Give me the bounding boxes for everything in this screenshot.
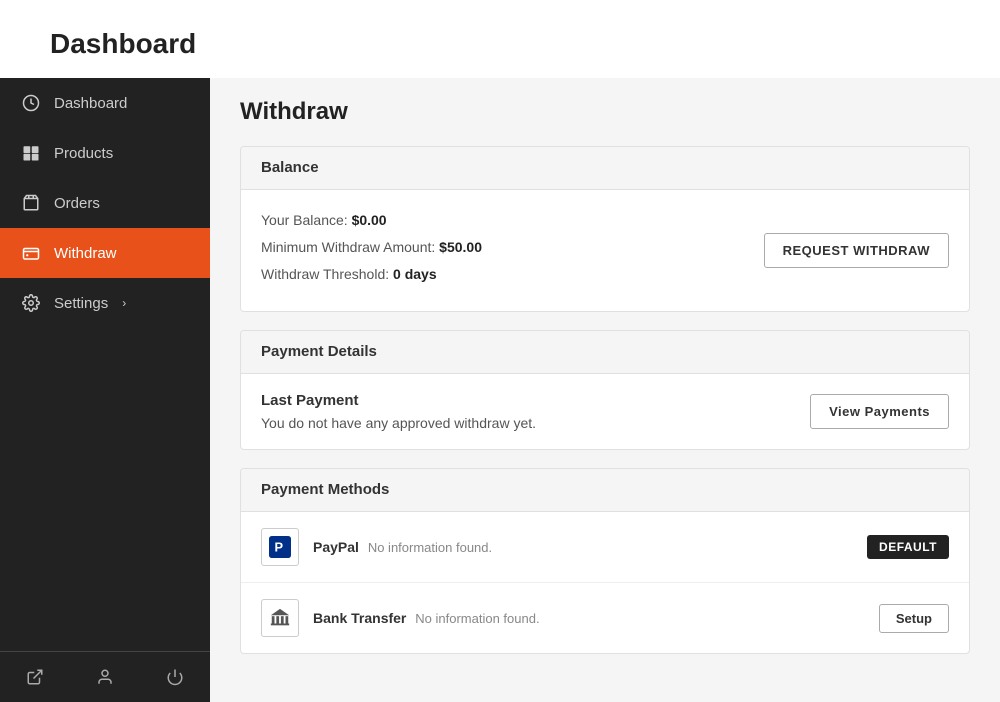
balance-card-body: Your Balance: $0.00 Minimum Withdraw Amo… — [241, 190, 969, 311]
paypal-no-info: No information found. — [368, 540, 492, 555]
sidebar-bottom-bar — [0, 651, 210, 702]
last-payment-text: You do not have any approved withdraw ye… — [261, 415, 536, 431]
balance-card-header: Balance — [241, 147, 969, 190]
paypal-default-badge: DEFAULT — [867, 535, 949, 559]
paypal-icon-wrapper: P — [261, 528, 299, 566]
sidebar-item-settings[interactable]: Settings › — [0, 278, 210, 328]
threshold-value: 0 days — [393, 266, 437, 282]
sidebar-external-link-button[interactable] — [0, 652, 70, 702]
payment-methods-card-header: Payment Methods — [241, 469, 969, 512]
main-content: Withdraw Balance Your Balance: $0.00 Min… — [210, 78, 1000, 702]
external-link-icon — [26, 668, 44, 686]
power-icon — [166, 668, 184, 686]
sidebar-item-dashboard-label: Dashboard — [54, 95, 127, 112]
sidebar-item-settings-label: Settings — [54, 295, 108, 312]
dashboard-icon — [20, 92, 42, 114]
payment-methods-card: Payment Methods P PayPal No information … — [240, 468, 970, 654]
products-icon — [20, 142, 42, 164]
payment-details-card-body: Last Payment You do not have any approve… — [241, 374, 969, 449]
balance-line: Your Balance: $0.00 — [261, 210, 482, 231]
withdraw-icon — [20, 242, 42, 264]
sidebar-item-withdraw[interactable]: Withdraw — [0, 228, 210, 278]
withdraw-page-title: Withdraw — [240, 98, 970, 126]
balance-card-title: Balance — [261, 159, 319, 176]
threshold-line: Withdraw Threshold: 0 days — [261, 264, 482, 285]
sidebar-logout-button[interactable] — [140, 652, 210, 702]
paypal-label: PayPal No information found. — [313, 539, 867, 555]
payment-details-card: Payment Details Last Payment You do not … — [240, 330, 970, 450]
bank-icon — [269, 607, 291, 629]
orders-icon — [20, 192, 42, 214]
sidebar-item-products[interactable]: Products — [0, 128, 210, 178]
request-withdraw-button[interactable]: REQUEST WITHDRAW — [764, 233, 949, 268]
page-title: Dashboard — [0, 0, 1000, 78]
bank-transfer-setup-button[interactable]: Setup — [879, 604, 949, 633]
sidebar-item-orders[interactable]: Orders — [0, 178, 210, 228]
paypal-row: P PayPal No information found. DEFAULT — [241, 512, 969, 583]
svg-text:P: P — [275, 540, 284, 555]
bank-icon-wrapper — [261, 599, 299, 637]
settings-icon — [20, 292, 42, 314]
sidebar-item-withdraw-label: Withdraw — [54, 245, 117, 262]
bank-transfer-row: Bank Transfer No information found. Setu… — [241, 583, 969, 653]
sidebar: Dashboard Products — [0, 78, 210, 702]
sidebar-item-products-label: Products — [54, 145, 113, 162]
last-payment-info: Last Payment You do not have any approve… — [261, 392, 536, 431]
balance-value: $0.00 — [352, 212, 387, 228]
settings-arrow-icon: › — [122, 296, 126, 310]
balance-card: Balance Your Balance: $0.00 Minimum With… — [240, 146, 970, 312]
sidebar-item-dashboard[interactable]: Dashboard — [0, 78, 210, 128]
min-withdraw-line: Minimum Withdraw Amount: $50.00 — [261, 237, 482, 258]
balance-info: Your Balance: $0.00 Minimum Withdraw Amo… — [261, 210, 482, 291]
payment-details-card-title: Payment Details — [261, 343, 377, 360]
sidebar-item-orders-label: Orders — [54, 195, 100, 212]
payment-details-card-header: Payment Details — [241, 331, 969, 374]
bank-transfer-no-info: No information found. — [415, 611, 539, 626]
user-icon — [96, 668, 114, 686]
view-payments-button[interactable]: View Payments — [810, 394, 949, 429]
payment-methods-card-title: Payment Methods — [261, 481, 389, 498]
bank-transfer-label: Bank Transfer No information found. — [313, 610, 879, 626]
last-payment-title: Last Payment — [261, 392, 536, 409]
paypal-icon: P — [269, 536, 291, 558]
sidebar-nav: Dashboard Products — [0, 78, 210, 651]
min-withdraw-value: $50.00 — [439, 239, 482, 255]
sidebar-user-button[interactable] — [70, 652, 140, 702]
